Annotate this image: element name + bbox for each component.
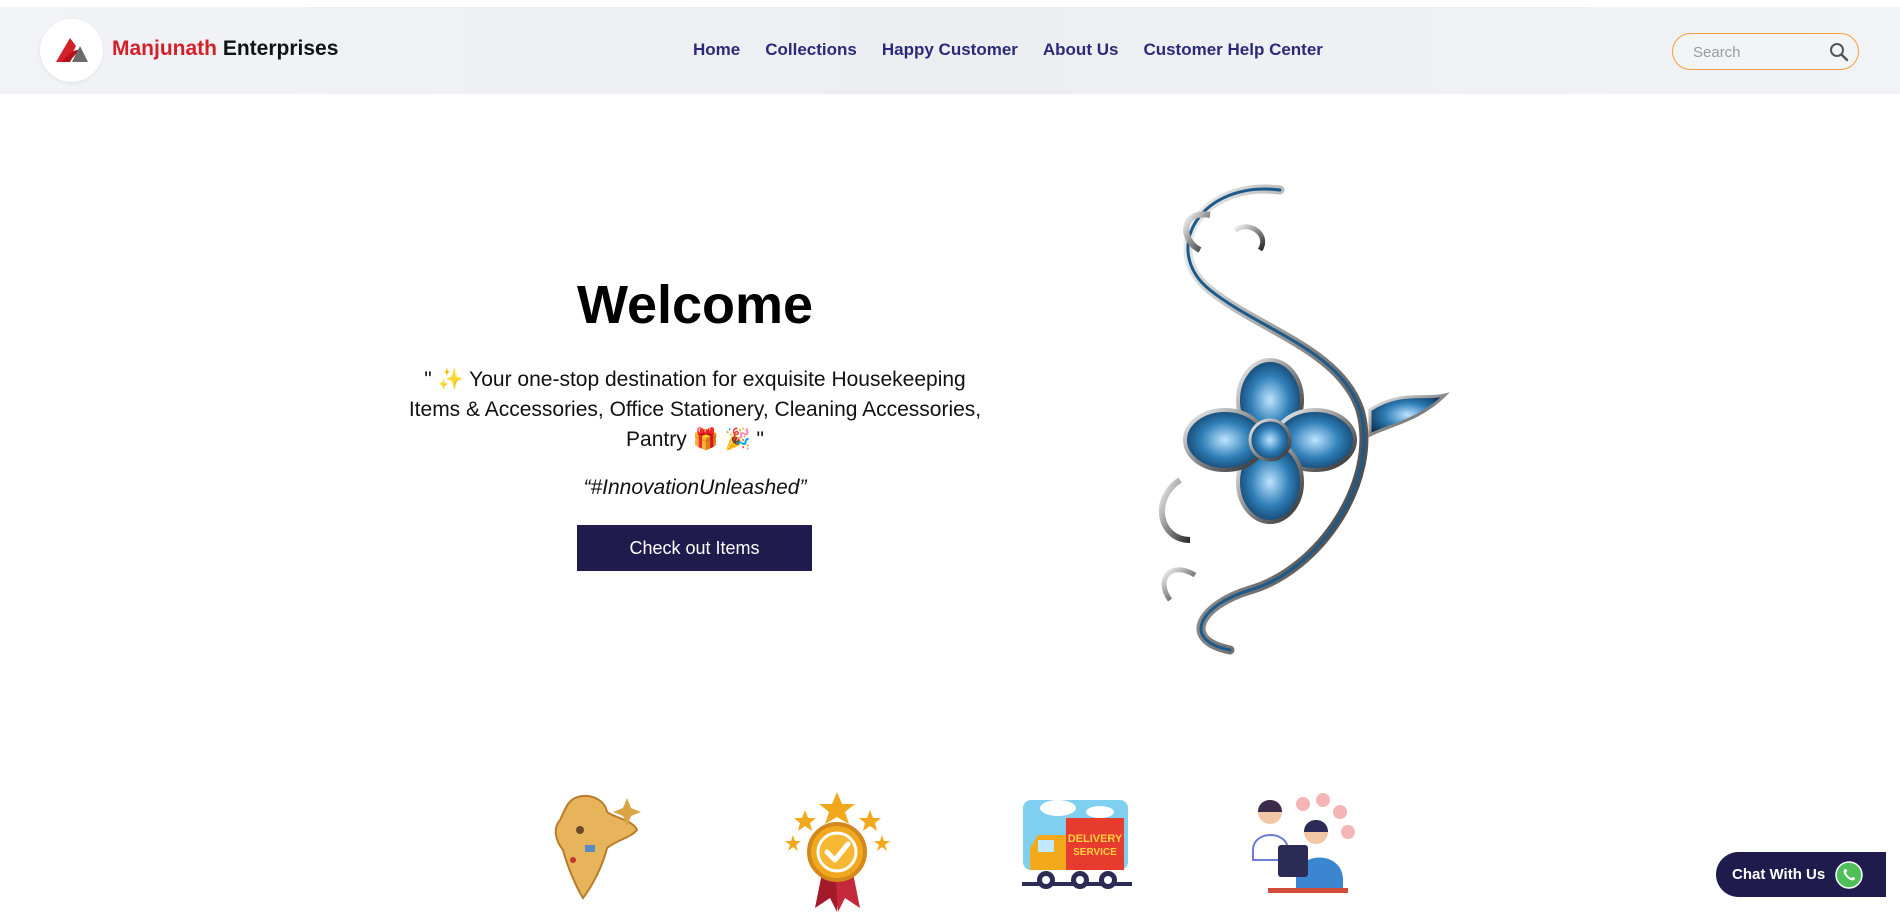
delivery-truck-icon: DELIVERY SERVICE [1022,800,1132,889]
nav-happy-customer[interactable]: Happy Customer [882,40,1018,60]
india-map-icon [554,794,641,900]
hero-tagline: “#InnovationUnleashed” [583,476,807,499]
svg-text:SERVICE: SERVICE [1073,847,1117,858]
nav-about-us[interactable]: About Us [1043,40,1119,60]
nav-collections[interactable]: Collections [765,40,857,60]
search-icon[interactable] [1829,42,1849,67]
chat-with-us-button[interactable]: Chat With Us [1716,852,1886,897]
search-box [1672,33,1859,70]
customer-support-icon [1252,793,1355,893]
brand-name-part1: Manjunath [112,37,217,60]
hero-title: Welcome [576,275,814,335]
navbar: Manjunath Enterprises Home Collections H… [0,7,1900,94]
brand-logo[interactable] [40,19,103,82]
search-input[interactable] [1691,41,1826,63]
svg-text:DELIVERY: DELIVERY [1068,833,1123,845]
hero-description: " ✨ Your one-stop destination for exquis… [408,368,982,451]
ornament-image [1159,184,1450,655]
brand-name[interactable]: Manjunath Enterprises [112,37,338,61]
brand-name-part2: Enterprises [222,37,339,60]
main-nav: Home Collections Happy Customer About Us… [693,40,1323,60]
logo-icon [56,38,88,62]
nav-home[interactable]: Home [693,40,740,60]
nav-customer-help-center[interactable]: Customer Help Center [1143,40,1322,60]
award-badge-icon [785,792,890,912]
whatsapp-icon [1835,860,1863,889]
chat-label: Chat With Us [1732,866,1826,883]
top-strip [0,0,1900,7]
check-out-items-button[interactable]: Check out Items [577,525,812,571]
